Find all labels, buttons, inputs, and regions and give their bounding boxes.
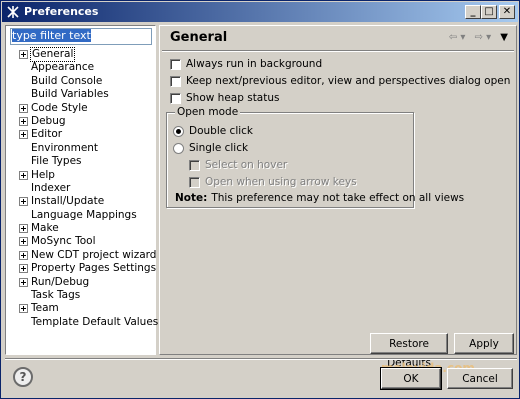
checkbox-label: Show heap status [186,92,280,104]
tree-item[interactable]: Appearance [6,61,156,74]
expand-plus-icon[interactable] [19,250,28,260]
tree-item[interactable]: Help [6,169,156,182]
tree-item-label: MoSync Tool [31,235,96,248]
tree-item-label: Property Pages Settings [31,262,157,275]
back-arrow-icon[interactable]: ⇦ ▾ [449,32,466,43]
tree-item-label: Code Style [31,101,88,114]
tree-item[interactable]: New CDT project wizard [6,249,156,262]
checkbox-box[interactable] [170,93,181,104]
tree-item[interactable]: Debug [6,115,156,128]
radio-button-selected[interactable] [173,126,184,137]
note-body: This preference may not take effect on a… [211,192,465,204]
tree-item-label: Team [31,302,59,315]
preferences-sidebar: type filter text General Appearance Build … [5,25,159,355]
tree-item[interactable]: Task Tags [6,289,156,302]
expand-plus-icon[interactable] [19,197,28,207]
checkbox-label: Select on hover [205,159,288,171]
maximize-button[interactable]: □ [481,5,497,19]
restore-defaults-button[interactable]: Restore Defaults [370,333,448,369]
page-nav-toolbar: ⇦ ▾ ⇨ ▾ ▼ [443,32,508,43]
tree-item-label: Build Console [31,74,103,87]
expand-plus-icon[interactable] [19,264,28,274]
tree-item[interactable]: Environment [6,142,156,155]
tree-item-label: Editor [31,128,63,141]
tree-item-label: Run/Debug [31,275,90,288]
tree-item[interactable]: Build Variables [6,88,156,101]
expand-plus-icon[interactable] [19,170,28,180]
group-legend: Open mode [175,106,241,118]
forward-arrow-icon[interactable]: ⇨ ▾ [475,32,492,43]
preferences-window: Preferences _ □ ✕ type filter text Gener… [0,0,520,399]
radio-label: Single click [189,142,249,154]
window-title: Preferences [24,5,99,18]
checkbox-box-disabled [189,160,200,171]
ok-button[interactable]: OK [380,367,442,390]
tree-item[interactable]: Code Style [6,102,156,115]
radio-button[interactable] [173,143,184,154]
tree-item[interactable]: Template Default Values [6,315,159,329]
expand-plus-icon[interactable] [19,277,28,287]
filter-input-text: type filter text [12,29,91,42]
tree-item-label: Template Default Values [31,315,159,328]
tree-item[interactable]: Build Console [6,75,156,88]
checkbox-box[interactable] [170,76,181,87]
minimize-button[interactable]: _ [465,5,481,19]
help-icon[interactable]: ? [13,367,33,387]
eclipse-app-icon [7,6,19,18]
close-button[interactable]: ✕ [499,5,515,19]
tree-item-label: Language Mappings [31,208,137,221]
expand-plus-icon[interactable] [19,103,28,113]
checkbox-box-disabled [189,177,200,188]
expand-plus-icon[interactable] [19,50,28,59]
tree-item[interactable]: Property Pages Settings [6,262,156,275]
tree-item-label: Indexer [31,181,71,194]
tree-item[interactable]: Install/Update [6,195,156,208]
title-bar[interactable]: Preferences _ □ ✕ [2,2,518,22]
page-title: General [170,30,228,45]
checkbox-label: Always run in background [186,58,323,70]
tree-item[interactable]: General [6,47,156,62]
filter-input[interactable]: type filter text [10,28,152,45]
note-label: Note: [175,192,208,204]
apply-button[interactable]: Apply [454,333,514,354]
tree-item[interactable]: Language Mappings [6,209,156,222]
tree-item[interactable]: Editor [6,128,156,141]
checkbox-label: Keep next/previous editor, view and pers… [186,75,511,87]
tree-item[interactable]: File Types [6,155,156,168]
tree-item[interactable]: Run/Debug [6,276,156,289]
preference-page: General ⇦ ▾ ⇨ ▾ ▼ Always run in backgrou… [159,25,517,369]
checkbox-label: Open when using arrow keys [205,176,357,188]
tree-item[interactable]: Indexer [6,182,156,195]
note-text: Note: This preference may not take effect… [175,192,464,204]
tree-item[interactable]: Make [6,222,156,235]
tree-item-label: Debug [31,114,66,127]
title-separator [162,50,514,52]
tree-item-label: Make [31,222,59,235]
expand-plus-icon[interactable] [19,116,28,126]
view-menu-icon[interactable]: ▼ [500,32,508,43]
tree-item-label: Task Tags [31,289,81,302]
cancel-button[interactable]: Cancel [447,368,513,389]
checkbox-box[interactable] [170,59,181,70]
tree-item-label: Build Variables [31,88,109,101]
tree-item[interactable]: Team [6,302,156,315]
footer-separator [5,358,517,360]
radio-label: Double click [189,125,254,137]
tree-item-label: New CDT project wizard [31,248,157,261]
tree-item-label: Environment [31,141,99,154]
expand-plus-icon[interactable] [19,224,28,234]
expand-plus-icon[interactable] [19,304,28,314]
preferences-tree: General Appearance Build Console Build Vari… [6,47,159,329]
tree-item-label: Appearance [31,61,95,74]
expand-plus-icon[interactable] [19,130,28,140]
tree-item[interactable]: MoSync Tool [6,235,156,248]
tree-item-label: General [29,47,76,62]
open-mode-group: Open mode Double click Single click Sele… [166,106,464,208]
tree-item-label: File Types [31,155,82,168]
expand-plus-icon[interactable] [19,237,28,247]
tree-item-label: Install/Update [31,195,105,208]
tree-item-label: Help [31,168,55,181]
